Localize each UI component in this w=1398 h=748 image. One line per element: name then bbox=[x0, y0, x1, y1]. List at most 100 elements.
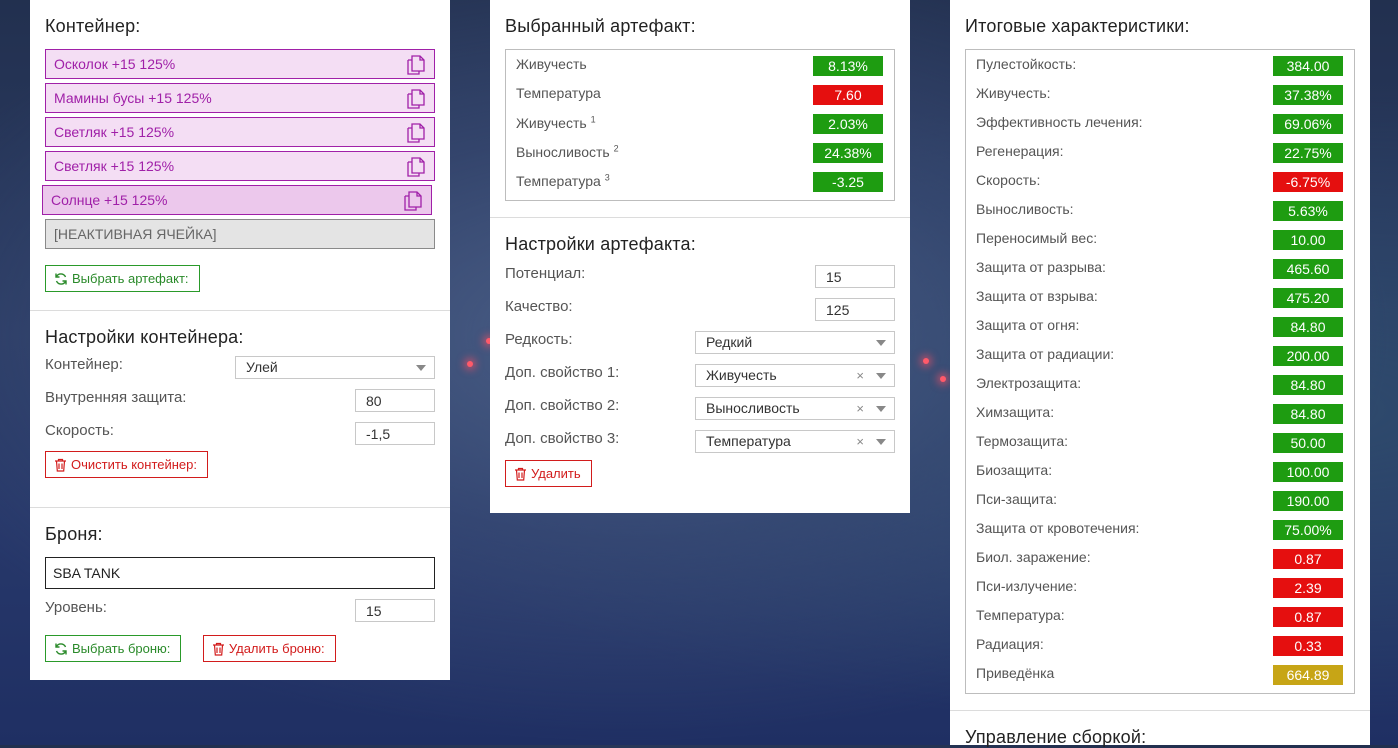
total-stat-row: Защита от радиации: 200.00 bbox=[976, 346, 1344, 375]
trash-icon bbox=[515, 467, 526, 481]
total-stat-row: Защита от разрыва: 465.60 bbox=[976, 259, 1344, 288]
potential-input[interactable] bbox=[815, 265, 895, 288]
total-stat-label: Радиация: bbox=[976, 636, 1044, 652]
total-stat-row: Биозащита: 100.00 bbox=[976, 462, 1344, 491]
total-stat-row: Приведёнка 664.89 bbox=[976, 665, 1344, 694]
armor-level-input[interactable] bbox=[355, 599, 435, 622]
extra1-select[interactable]: Живучесть × bbox=[695, 364, 895, 387]
total-stat-row: Защита от взрыва: 475.20 bbox=[976, 288, 1344, 317]
clear-icon[interactable]: × bbox=[856, 431, 864, 452]
total-stat-row: Переносимый вес: 10.00 bbox=[976, 230, 1344, 259]
stat-value: 7.60 bbox=[813, 85, 883, 105]
copy-icon[interactable] bbox=[407, 123, 425, 143]
total-stat-label: Защита от огня: bbox=[976, 317, 1080, 333]
delete-artifact-button[interactable]: Удалить bbox=[505, 460, 592, 487]
container-slot[interactable]: Светляк +15 125% bbox=[45, 117, 435, 147]
total-stat-value: 84.80 bbox=[1273, 317, 1343, 337]
total-stat-value: 664.89 bbox=[1273, 665, 1343, 685]
rarity-select[interactable]: Редкий bbox=[695, 331, 895, 354]
total-stat-value: 37.38% bbox=[1273, 85, 1343, 105]
choose-artifact-button[interactable]: Выбрать артефакт: bbox=[45, 265, 200, 292]
choose-armor-button[interactable]: Выбрать броню: bbox=[45, 635, 182, 662]
stat-label: Выносливость 2 bbox=[516, 143, 619, 160]
total-stat-label: Пси-защита: bbox=[976, 491, 1058, 507]
quality-input[interactable] bbox=[815, 298, 895, 321]
clear-container-button[interactable]: Очистить контейнер: bbox=[45, 451, 208, 478]
total-stat-value: 200.00 bbox=[1273, 346, 1343, 366]
total-stat-value: 69.06% bbox=[1273, 114, 1343, 134]
total-stat-row: Температура: 0.87 bbox=[976, 607, 1344, 636]
armor-name-input[interactable] bbox=[45, 557, 435, 589]
artifact-stat-row: Выносливость 2 24.38% bbox=[516, 143, 884, 172]
right-panel: Итоговые характеристики: Пулестойкость: 3… bbox=[950, 0, 1370, 748]
background-light bbox=[923, 358, 929, 364]
extra2-select[interactable]: Выносливость × bbox=[695, 397, 895, 420]
total-stat-label: Переносимый вес: bbox=[976, 230, 1098, 246]
totals-title: Итоговые характеристики: bbox=[965, 16, 1190, 36]
container-type-label: Контейнер: bbox=[45, 356, 123, 373]
copy-icon[interactable] bbox=[407, 89, 425, 109]
total-stat-row: Пси-излучение: 2.39 bbox=[976, 578, 1344, 607]
total-stat-label: Температура: bbox=[976, 607, 1065, 623]
total-stat-value: 0.87 bbox=[1273, 549, 1343, 569]
build-section: Управление сборкой: bbox=[950, 710, 1370, 748]
container-type-select[interactable]: Улей bbox=[235, 356, 435, 379]
clear-icon[interactable]: × bbox=[856, 398, 864, 419]
stat-label: Температура bbox=[516, 85, 601, 101]
refresh-icon bbox=[55, 643, 67, 655]
total-stat-label: Защита от радиации: bbox=[976, 346, 1115, 362]
total-stat-value: 0.33 bbox=[1273, 636, 1343, 656]
background-light bbox=[467, 361, 473, 367]
totals-section: Итоговые характеристики: Пулестойкость: 3… bbox=[950, 0, 1370, 710]
chevron-down-icon bbox=[416, 365, 426, 371]
total-stat-label: Живучесть: bbox=[976, 85, 1051, 101]
clear-icon[interactable]: × bbox=[856, 365, 864, 386]
extra3-select[interactable]: Температура × bbox=[695, 430, 895, 453]
armor-section: Броня: Уровень: Выбрать броню: Удалить б… bbox=[30, 507, 450, 680]
container-slot-selected[interactable]: Солнце +15 125% bbox=[42, 185, 432, 215]
stat-value: 8.13% bbox=[813, 56, 883, 76]
total-stat-value: 84.80 bbox=[1273, 404, 1343, 424]
container-title: Контейнер: bbox=[45, 16, 141, 36]
copy-icon[interactable] bbox=[407, 157, 425, 177]
container-slot[interactable]: Мамины бусы +15 125% bbox=[45, 83, 435, 113]
background-light bbox=[940, 376, 946, 382]
slot-label: Осколок +15 125% bbox=[54, 56, 176, 72]
container-settings-section: Настройки контейнера: Контейнер: Улей Вн… bbox=[30, 310, 450, 507]
container-slot[interactable]: Осколок +15 125% bbox=[45, 49, 435, 79]
chevron-down-icon bbox=[876, 340, 886, 346]
inner-protection-input[interactable] bbox=[355, 389, 435, 412]
middle-panel: Выбранный артефакт: Живучесть 8.13% Темп… bbox=[490, 0, 910, 513]
total-stat-label: Биол. заражение: bbox=[976, 549, 1091, 565]
artifact-settings-title: Настройки артефакта: bbox=[505, 234, 696, 254]
stat-label: Живучесть bbox=[516, 56, 587, 72]
speed-input[interactable] bbox=[355, 422, 435, 445]
artifact-stat-row: Живучесть 1 2.03% bbox=[516, 114, 884, 143]
total-stat-row: Термозащита: 50.00 bbox=[976, 433, 1344, 462]
stat-value: 24.38% bbox=[813, 143, 883, 163]
container-slot[interactable]: Светляк +15 125% bbox=[45, 151, 435, 181]
extra1-value: Живучесть bbox=[706, 367, 777, 383]
total-stat-row: Регенерация: 22.75% bbox=[976, 143, 1344, 172]
artifact-stat-row: Температура 3 -3.25 bbox=[516, 172, 884, 201]
stat-sup: 1 bbox=[590, 114, 596, 124]
potential-label: Потенциал: bbox=[505, 265, 586, 282]
total-stat-label: Пулестойкость: bbox=[976, 56, 1077, 72]
delete-armor-button[interactable]: Удалить броню: bbox=[202, 635, 336, 662]
delete-armor-label: Удалить броню: bbox=[228, 641, 325, 656]
stat-sup: 2 bbox=[613, 143, 619, 153]
inactive-slot: [НЕАКТИВНАЯ ЯЧЕЙКА] bbox=[45, 219, 435, 249]
total-stat-row: Выносливость: 5.63% bbox=[976, 201, 1344, 230]
total-stat-label: Пси-излучение: bbox=[976, 578, 1078, 594]
selected-artifact-title: Выбранный артефакт: bbox=[505, 16, 696, 36]
armor-title: Броня: bbox=[45, 524, 103, 544]
copy-icon[interactable] bbox=[407, 55, 425, 75]
trash-icon bbox=[212, 642, 224, 656]
selected-artifact-stats: Живучесть 8.13% Температура 7.60 Живучес… bbox=[505, 49, 895, 201]
artifact-settings-section: Настройки артефакта: Потенциал: Качество… bbox=[490, 217, 910, 513]
total-stat-label: Защита от кровотечения: bbox=[976, 520, 1140, 536]
stat-label: Живучесть 1 bbox=[516, 114, 596, 131]
copy-icon[interactable] bbox=[404, 191, 422, 211]
total-stat-row: Скорость: -6.75% bbox=[976, 172, 1344, 201]
total-stat-label: Защита от разрыва: bbox=[976, 259, 1106, 275]
